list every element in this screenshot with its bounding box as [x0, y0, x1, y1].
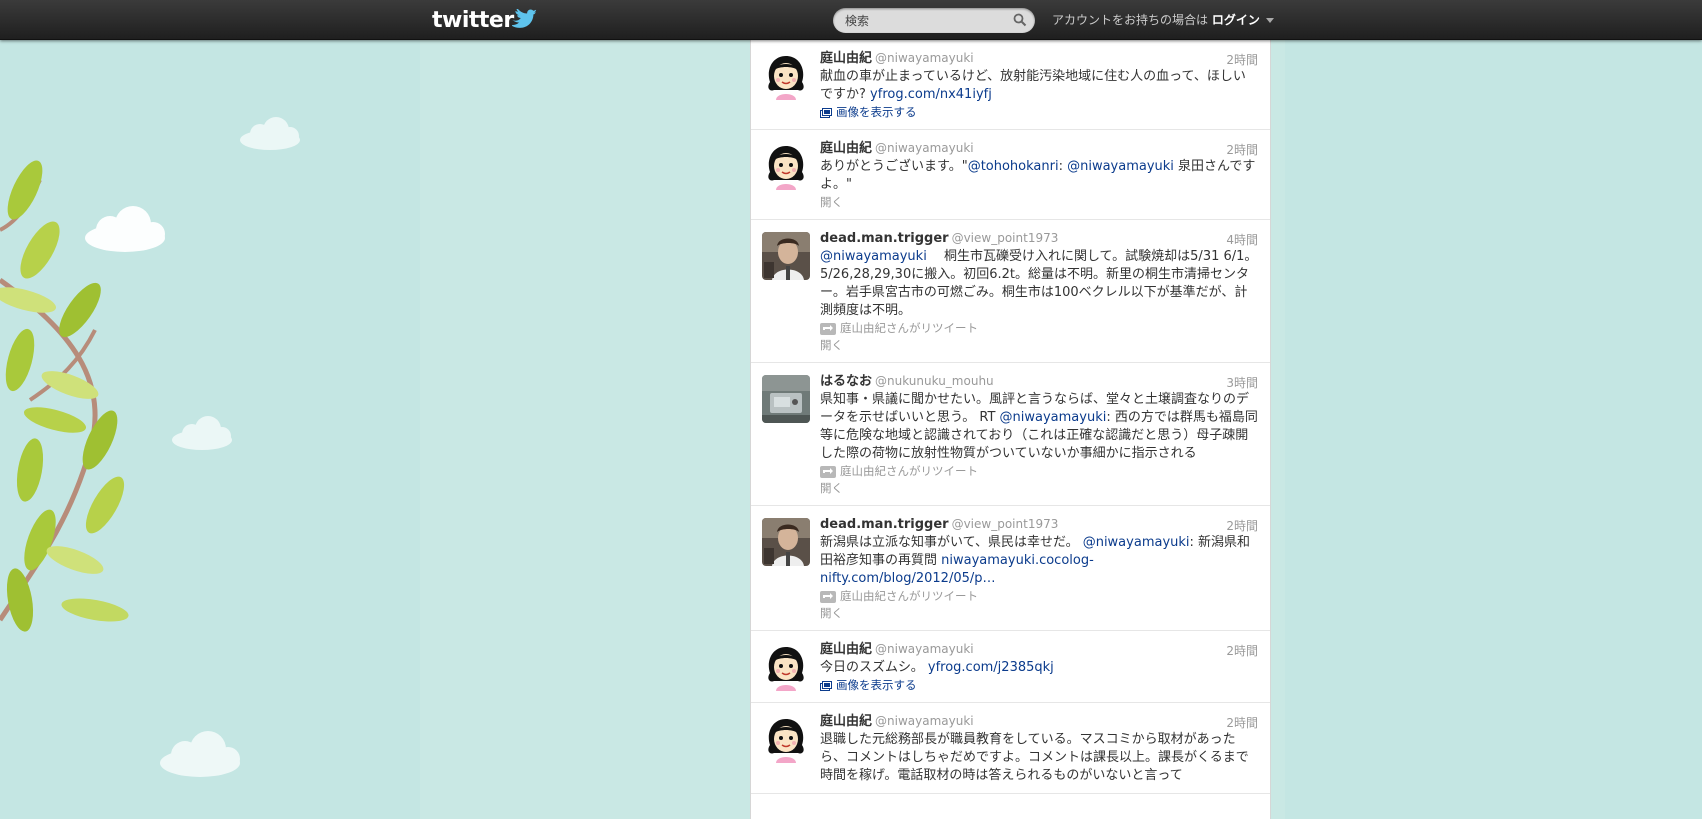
search-input[interactable]: [845, 12, 1005, 29]
avatar[interactable]: [762, 518, 810, 566]
view-image-label[interactable]: 画像を表示する: [836, 104, 917, 121]
tweet-timestamp[interactable]: 2時間: [1226, 141, 1258, 158]
retweeted-by-label: 庭山由紀さんがリツイート: [840, 464, 978, 478]
tweet-author-name[interactable]: はるなお: [820, 374, 872, 389]
tweet-timestamp[interactable]: 2時間: [1226, 51, 1258, 68]
tweet-author-handle[interactable]: @niwayamayuki: [875, 642, 974, 656]
open-tweet-link[interactable]: 開く: [820, 480, 1258, 497]
search-box[interactable]: [833, 8, 1035, 33]
tweet-link[interactable]: yfrog.com/j2385qkj: [928, 660, 1054, 675]
twitter-logo[interactable]: twitter: [432, 7, 538, 33]
tweet-item[interactable]: 庭山由紀 @niwayamayuki 2時間 今日のスズムシ。 yfrog.com/j…: [751, 631, 1270, 703]
tweet-timestamp[interactable]: 3時間: [1226, 374, 1258, 391]
tweet-link[interactable]: @niwayamayuki: [1000, 410, 1107, 425]
tweet-item[interactable]: はるなお @nukunuku_mouhu 3時間 県知事・県議に聞かせたい。風評と言う…: [751, 363, 1270, 506]
tweet-text-segment: :: [1058, 159, 1068, 174]
search-icon[interactable]: [1013, 13, 1027, 27]
tweet-text-segment: 今日のスズムシ。: [820, 660, 928, 675]
tweet-author-name[interactable]: 庭山由紀: [820, 141, 872, 156]
logo-text: twitter: [432, 7, 514, 33]
open-tweet-link[interactable]: 開く: [820, 194, 1258, 211]
tweet-text: @niwayamayuki 桐生市瓦礫受け入れに関して。試験焼却は5/31 6/…: [820, 248, 1258, 320]
tweet-author-handle[interactable]: @niwayamayuki: [875, 51, 974, 65]
avatar[interactable]: [762, 232, 810, 280]
login-area[interactable]: アカウントをお持ちの場合は ログイン: [1052, 11, 1274, 28]
tweet-link[interactable]: @tohohokanri: [968, 159, 1059, 174]
tweet-author-name[interactable]: dead.man.trigger: [820, 231, 949, 246]
tweet-text: 県知事・県議に聞かせたい。風評と言うならば、堂々と土壌調査なりのデータを示せばい…: [820, 391, 1258, 463]
tweet-item[interactable]: 庭山由紀 @niwayamayuki 2時間 退職した元総務部長が職員教育をしている。…: [751, 703, 1270, 794]
top-bar: twitter アカウントをお持ちの場合は ログイン: [0, 0, 1702, 40]
open-tweet-link[interactable]: 開く: [820, 337, 1258, 354]
login-prefix: アカウントをお持ちの場合は: [1052, 13, 1209, 27]
view-image-label[interactable]: 画像を表示する: [836, 677, 917, 694]
tweet-text: 献血の車が止まっているけど、放射能汚染地域に住む人の血って、ほしいですか? yf…: [820, 68, 1258, 104]
login-link[interactable]: ログイン: [1212, 13, 1260, 27]
tweet-text: 今日のスズムシ。 yfrog.com/j2385qkj: [820, 659, 1258, 677]
tweet-link[interactable]: @niwayamayuki: [820, 249, 927, 264]
avatar[interactable]: [762, 715, 810, 763]
retweet-icon: [820, 590, 836, 603]
retweeted-by-label: 庭山由紀さんがリツイート: [840, 321, 978, 335]
tweet-timestamp[interactable]: 2時間: [1226, 714, 1258, 731]
tweet-item[interactable]: 庭山由紀 @niwayamayuki 2時間 献血の車が止まっているけど、放射能汚染地…: [751, 40, 1270, 130]
tweet-item[interactable]: dead.man.trigger @view_point1973 4時間 @niway…: [751, 220, 1270, 363]
chevron-down-icon[interactable]: [1265, 18, 1274, 23]
tweet-text: 新潟県は立派な知事がいて、県民は幸せだ。 @niwayamayuki: 新潟県和…: [820, 534, 1258, 588]
tweet-text-segment: 新潟県は立派な知事がいて、県民は幸せだ。: [820, 535, 1083, 550]
tweet-item[interactable]: 庭山由紀 @niwayamayuki 2時間 ありがとうございます。"@tohohok…: [751, 130, 1270, 220]
tweet-author-handle[interactable]: @view_point1973: [952, 517, 1059, 531]
tweet-item[interactable]: dead.man.trigger @view_point1973 2時間 新潟県は立派…: [751, 506, 1270, 631]
avatar[interactable]: [762, 643, 810, 691]
tweet-author-name[interactable]: 庭山由紀: [820, 51, 872, 66]
tweet-text: 退職した元総務部長が職員教育をしている。マスコミから取材があったら、コメントはし…: [820, 731, 1258, 785]
retweeted-by: 庭山由紀さんがリツイート: [820, 463, 1258, 480]
tweet-header: 庭山由紀 @niwayamayuki: [820, 50, 1258, 67]
tweet-author-handle[interactable]: @nukunuku_mouhu: [875, 374, 994, 388]
tweet-timestamp[interactable]: 2時間: [1226, 517, 1258, 534]
retweeted-by: 庭山由紀さんがリツイート: [820, 320, 1258, 337]
tweet-header: 庭山由紀 @niwayamayuki: [820, 641, 1258, 658]
tweet-header: 庭山由紀 @niwayamayuki: [820, 713, 1258, 730]
bird-icon: [511, 9, 536, 28]
open-tweet-link[interactable]: 開く: [820, 605, 1258, 622]
view-image-link[interactable]: 画像を表示する: [820, 677, 1258, 694]
tweet-timestamp[interactable]: 2時間: [1226, 642, 1258, 659]
tweet-author-handle[interactable]: @niwayamayuki: [875, 714, 974, 728]
tweet-author-name[interactable]: 庭山由紀: [820, 714, 872, 729]
tweet-link[interactable]: @niwayamayuki: [1083, 535, 1190, 550]
avatar[interactable]: [762, 52, 810, 100]
timeline: 庭山由紀 @niwayamayuki 2時間 献血の車が止まっているけど、放射能汚染地…: [750, 40, 1271, 819]
tweet-author-name[interactable]: dead.man.trigger: [820, 517, 949, 532]
tweet-header: 庭山由紀 @niwayamayuki: [820, 140, 1258, 157]
tweet-author-name[interactable]: 庭山由紀: [820, 642, 872, 657]
image-icon: [820, 107, 832, 118]
tweet-timestamp[interactable]: 4時間: [1226, 231, 1258, 248]
tweet-text-segment: ありがとうございます。": [820, 159, 968, 174]
image-icon: [820, 680, 832, 691]
retweet-icon: [820, 465, 836, 478]
tweet-header: dead.man.trigger @view_point1973: [820, 516, 1258, 533]
tweet-header: はるなお @nukunuku_mouhu: [820, 373, 1258, 390]
tweet-author-handle[interactable]: @niwayamayuki: [875, 141, 974, 155]
retweeted-by: 庭山由紀さんがリツイート: [820, 588, 1258, 605]
avatar[interactable]: [762, 142, 810, 190]
avatar[interactable]: [762, 375, 810, 423]
retweet-icon: [820, 322, 836, 335]
tweet-link[interactable]: @niwayamayuki: [1067, 159, 1174, 174]
tweet-text-segment: 退職した元総務部長が職員教育をしている。マスコミから取材があったら、コメントはし…: [820, 732, 1249, 783]
tweet-author-handle[interactable]: @view_point1973: [952, 231, 1059, 245]
tweet-header: dead.man.trigger @view_point1973: [820, 230, 1258, 247]
retweeted-by-label: 庭山由紀さんがリツイート: [840, 589, 978, 603]
tweet-text: ありがとうございます。"@tohohokanri: @niwayamayuki …: [820, 158, 1258, 194]
view-image-link[interactable]: 画像を表示する: [820, 104, 1258, 121]
tweet-link[interactable]: yfrog.com/nx41iyfj: [870, 87, 992, 102]
